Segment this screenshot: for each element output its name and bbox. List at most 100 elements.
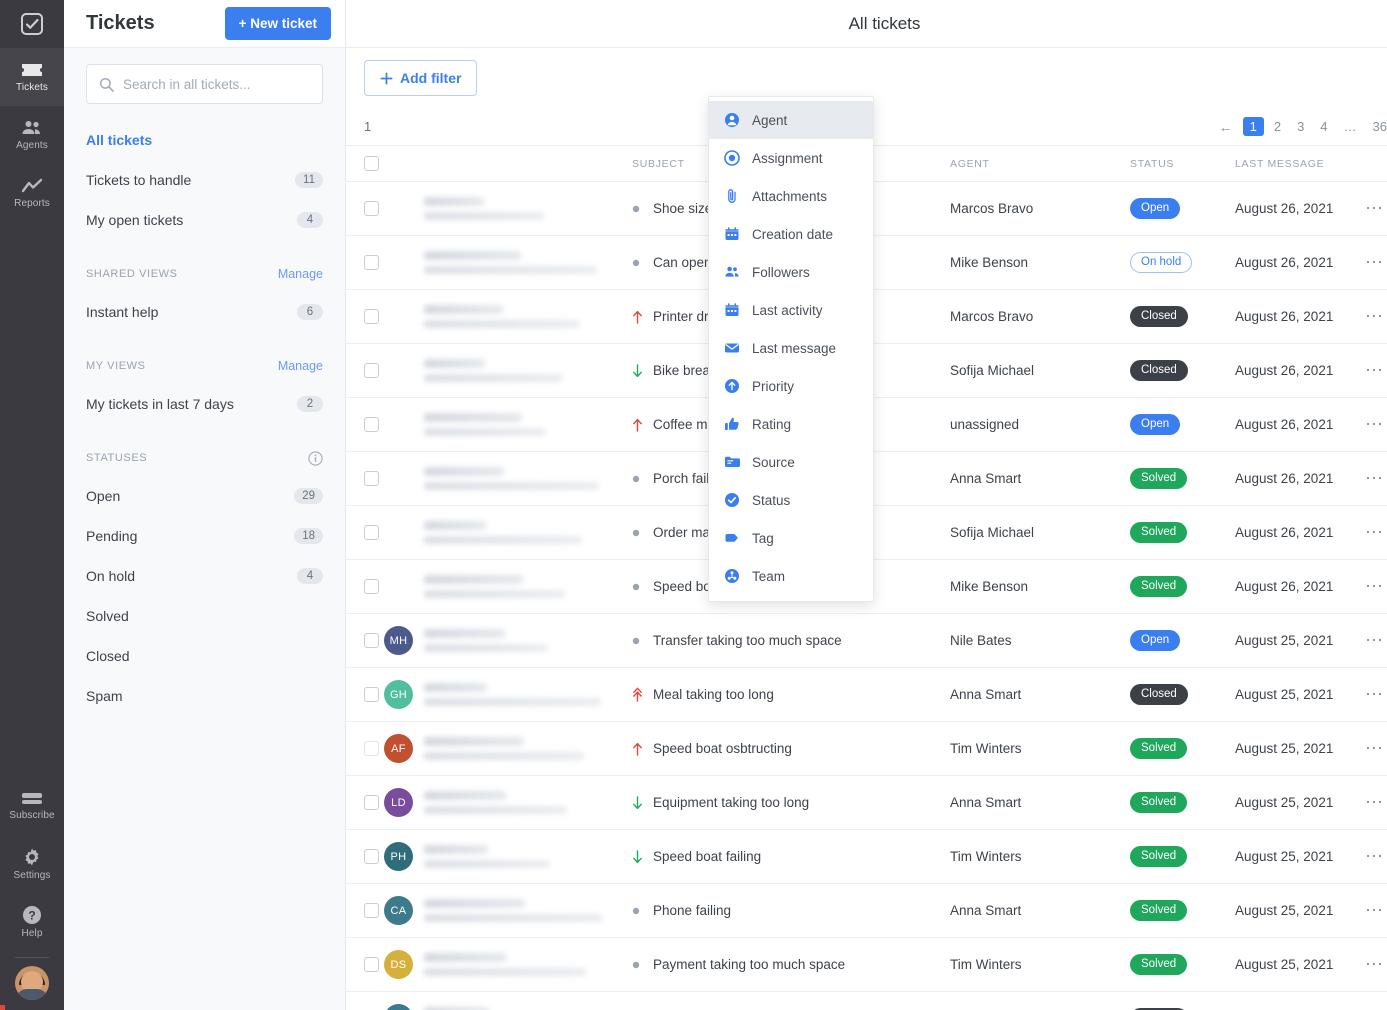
- rail-item-settings[interactable]: Settings: [0, 835, 64, 893]
- manage-my-views-link[interactable]: Manage: [278, 359, 323, 373]
- pagination-page-3[interactable]: 3: [1291, 117, 1310, 136]
- table-row[interactable]: PH Speed boat failing Tim Winters Solved…: [346, 829, 1387, 884]
- row-checkbox[interactable]: [364, 309, 379, 324]
- row-more-actions-button[interactable]: ⋯: [1365, 900, 1385, 920]
- sidebar-item-instant-help[interactable]: Instant help 6: [64, 292, 345, 332]
- sidebar-item-my-open-tickets[interactable]: My open tickets 4: [64, 200, 345, 240]
- table-row[interactable]: AF Speed boat osbtructing Tim Winters So…: [346, 721, 1387, 776]
- filter-menu-item-priority[interactable]: Priority: [709, 367, 873, 405]
- row-checkbox[interactable]: [364, 417, 379, 432]
- avatar[interactable]: [15, 966, 49, 1000]
- filter-menu-item-rating[interactable]: Rating: [709, 405, 873, 443]
- row-more-actions-button[interactable]: ⋯: [1365, 846, 1385, 866]
- subject-cell[interactable]: Payment taking too much space: [632, 937, 950, 992]
- search-box[interactable]: [86, 64, 323, 104]
- row-checkbox[interactable]: [364, 471, 379, 486]
- sidebar-item-solved[interactable]: Solved: [64, 596, 345, 636]
- sidebar-item-all-tickets[interactable]: All tickets: [64, 120, 345, 160]
- sidebar-item-tickets-to-handle[interactable]: Tickets to handle 11: [64, 160, 345, 200]
- col-status[interactable]: STATUS: [1130, 145, 1235, 182]
- row-checkbox[interactable]: [364, 633, 379, 648]
- filter-menu-item-status[interactable]: Status: [709, 481, 873, 519]
- sidebar-item-on-hold[interactable]: On hold 4: [64, 556, 345, 596]
- status-cell: Open: [1130, 181, 1235, 236]
- manage-shared-views-link[interactable]: Manage: [278, 267, 323, 281]
- row-more-actions-button[interactable]: ⋯: [1365, 468, 1385, 488]
- row-more-actions-button[interactable]: ⋯: [1365, 522, 1385, 542]
- rail-item-agents[interactable]: Agents: [0, 106, 64, 164]
- rail-item-help[interactable]: ? Help: [0, 893, 64, 951]
- filter-menu-item-assignment[interactable]: Assignment: [709, 139, 873, 177]
- pagination-page-36[interactable]: 36: [1367, 117, 1387, 136]
- row-checkbox[interactable]: [364, 795, 379, 810]
- add-filter-button[interactable]: Add filter: [364, 60, 478, 96]
- table-row[interactable]: BT Coffee machine osbtructing Anna Smart…: [346, 991, 1387, 1010]
- sidebar-item-open[interactable]: Open 29: [64, 476, 345, 516]
- row-checkbox[interactable]: [364, 903, 379, 918]
- table-row[interactable]: LD Equipment taking too long Anna Smart …: [346, 775, 1387, 830]
- filter-menu-item-source[interactable]: Source: [709, 443, 873, 481]
- subject-cell[interactable]: Coffee machine osbtructing: [632, 991, 950, 1010]
- subject-cell[interactable]: Phone failing: [632, 883, 950, 938]
- row-more-actions-button[interactable]: ⋯: [1365, 252, 1385, 272]
- pagination-page-1[interactable]: 1: [1242, 117, 1264, 136]
- subject-cell[interactable]: Transfer taking too much space: [632, 613, 950, 668]
- new-ticket-button[interactable]: + New ticket: [224, 7, 331, 40]
- filter-menu-item-label: Creation date: [752, 226, 834, 242]
- row-checkbox[interactable]: [364, 849, 379, 864]
- filter-menu-item-agent[interactable]: Agent: [709, 101, 873, 139]
- filter-menu-item-followers[interactable]: Followers: [709, 253, 873, 291]
- app-logo[interactable]: [0, 0, 64, 48]
- table-row[interactable]: DS Payment taking too much space Tim Win…: [346, 937, 1387, 992]
- subject-cell[interactable]: Speed boat osbtructing: [632, 721, 950, 776]
- subject-cell[interactable]: Speed boat failing: [632, 829, 950, 884]
- calendar-icon: [724, 226, 740, 242]
- row-checkbox[interactable]: [364, 579, 379, 594]
- sidebar-item-closed[interactable]: Closed: [64, 636, 345, 676]
- filter-menu-item-creation-date[interactable]: Creation date: [709, 215, 873, 253]
- table-row[interactable]: CA Phone failing Anna Smart Solved Augus…: [346, 883, 1387, 938]
- table-row[interactable]: MH Transfer taking too much space Nile B…: [346, 613, 1387, 668]
- row-checkbox[interactable]: [364, 687, 379, 702]
- col-agent[interactable]: AGENT: [950, 145, 1130, 182]
- row-more-actions-button[interactable]: ⋯: [1365, 792, 1385, 812]
- row-checkbox[interactable]: [364, 363, 379, 378]
- row-checkbox[interactable]: [364, 201, 379, 216]
- row-checkbox[interactable]: [364, 741, 379, 756]
- pagination-page-2[interactable]: 2: [1268, 117, 1287, 136]
- row-checkbox[interactable]: [364, 957, 379, 972]
- row-more-actions-button[interactable]: ⋯: [1365, 306, 1385, 326]
- filter-menu-item-last-message[interactable]: Last message: [709, 329, 873, 367]
- sidebar-item-spam[interactable]: Spam: [64, 676, 345, 716]
- row-more-actions-button[interactable]: ⋯: [1365, 954, 1385, 974]
- row-more-actions-button[interactable]: ⋯: [1365, 198, 1385, 218]
- sidebar-item-pending[interactable]: Pending 18: [64, 516, 345, 556]
- row-more-actions-button[interactable]: ⋯: [1365, 576, 1385, 596]
- row-more-actions-button[interactable]: ⋯: [1365, 414, 1385, 434]
- info-circle-icon[interactable]: [308, 450, 323, 466]
- sidebar-item-my-tickets-last-7-days[interactable]: My tickets in last 7 days 2: [64, 384, 345, 424]
- rail-item-subscribe[interactable]: Subscribe: [0, 777, 64, 835]
- rail-item-reports[interactable]: Reports: [0, 164, 64, 222]
- row-checkbox[interactable]: [364, 525, 379, 540]
- row-more-actions-button[interactable]: ⋯: [1365, 360, 1385, 380]
- pagination-page-4[interactable]: 4: [1314, 117, 1333, 136]
- subject-cell[interactable]: Meal taking too long: [632, 667, 950, 722]
- add-filter-dropdown[interactable]: Agent Assignment Attachments Creation da…: [708, 96, 874, 602]
- filter-menu-item-team[interactable]: Team: [709, 557, 873, 595]
- search-input[interactable]: [123, 76, 310, 92]
- col-last-message[interactable]: LAST MESSAGE: [1235, 145, 1365, 182]
- rail-item-tickets[interactable]: Tickets: [0, 48, 64, 106]
- filter-menu-item-last-activity[interactable]: Last activity: [709, 291, 873, 329]
- row-checkbox[interactable]: [364, 255, 379, 270]
- table-row[interactable]: GH Meal taking too long Anna Smart Close…: [346, 667, 1387, 722]
- thumbs-up-icon: [724, 416, 740, 432]
- row-more-actions-button[interactable]: ⋯: [1365, 630, 1385, 650]
- filter-menu-item-attachments[interactable]: Attachments: [709, 177, 873, 215]
- pagination-prev[interactable]: ←: [1213, 117, 1239, 137]
- row-more-actions-button[interactable]: ⋯: [1365, 738, 1385, 758]
- filter-menu-item-tag[interactable]: Tag: [709, 519, 873, 557]
- row-more-actions-button[interactable]: ⋯: [1365, 684, 1385, 704]
- select-all-checkbox[interactable]: [364, 156, 379, 171]
- subject-cell[interactable]: Equipment taking too long: [632, 775, 950, 830]
